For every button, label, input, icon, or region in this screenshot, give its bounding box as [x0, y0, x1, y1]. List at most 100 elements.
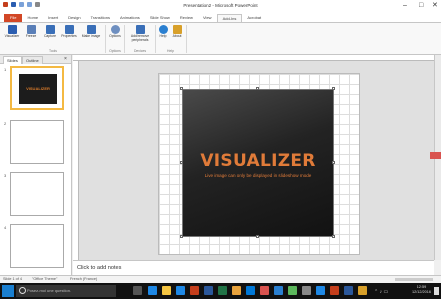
powerpoint-taskbar-icon[interactable] — [190, 286, 199, 295]
tab-transitions[interactable]: Transitions — [86, 14, 115, 22]
capture-icon — [45, 25, 55, 34]
clock[interactable]: 12:59 12/12/2016 — [412, 285, 431, 295]
about-icon — [172, 25, 182, 34]
taskbar: Posez-moi une question. ⌃ ♪ ▭ 12:59 12/1… — [0, 283, 441, 299]
store-icon[interactable] — [176, 286, 185, 295]
tab-view[interactable]: View — [198, 14, 217, 22]
windows-start-icon[interactable] — [2, 285, 14, 297]
system-tray-icons[interactable]: ⌃ ♪ ▭ — [374, 289, 388, 295]
theme-name: "Office Theme" — [32, 277, 58, 281]
notes-placeholder: Click to add notes — [77, 265, 122, 271]
excel-icon[interactable] — [218, 286, 227, 295]
options-button[interactable]: Options — [107, 25, 123, 39]
file-explorer-icon[interactable] — [162, 286, 171, 295]
tab-acrobat[interactable]: Acrobat — [242, 14, 266, 22]
group-label-devices: Devices — [133, 49, 147, 53]
slide-number: 1 — [4, 67, 7, 72]
close-panel-icon[interactable]: × — [64, 56, 67, 62]
app-icon[interactable] — [316, 286, 325, 295]
freeze-icon — [26, 25, 36, 34]
slide-thumbnail-4[interactable] — [10, 224, 64, 268]
group-separator — [186, 25, 187, 53]
resize-handle[interactable] — [332, 235, 335, 238]
slide-thumbnail-1[interactable]: VISUALIZER — [10, 66, 64, 110]
tab-outline[interactable]: Outline — [22, 56, 43, 64]
help-button[interactable]: Help — [157, 25, 169, 39]
resize-handle[interactable] — [180, 235, 183, 238]
group-separator — [155, 25, 156, 53]
resize-handle[interactable] — [256, 87, 259, 90]
zoom-slider[interactable] — [395, 278, 433, 281]
about-button[interactable]: About — [170, 25, 184, 39]
tab-slides[interactable]: Slides — [3, 56, 22, 64]
resize-handle[interactable] — [332, 161, 335, 164]
visualizer-object[interactable]: VISUALIZER Live image can only be displa… — [182, 89, 334, 237]
app-icon[interactable] — [260, 286, 269, 295]
visualizer-button[interactable]: Visualizer — [3, 25, 21, 39]
ribbon: Visualizer Freeze Capture Properties Mak… — [0, 22, 441, 55]
slide-thumbnail-2[interactable] — [10, 120, 64, 164]
tab-home[interactable]: Home — [22, 14, 43, 22]
app-icon[interactable] — [344, 286, 353, 295]
image-icon — [86, 25, 96, 34]
slide-number: 3 — [4, 173, 7, 178]
resize-handle[interactable] — [332, 87, 335, 90]
group-label-tools: Tools — [49, 49, 57, 53]
side-tab-marker — [430, 152, 441, 159]
app-icon[interactable] — [232, 286, 241, 295]
properties-button[interactable]: Properties — [60, 25, 78, 39]
status-bar: Slide 1 of 4 "Office Theme" French (Fran… — [0, 275, 441, 283]
minimize-button[interactable]: – — [403, 1, 407, 10]
notifications-icon[interactable] — [434, 287, 439, 295]
tab-add-ins[interactable]: Add-Ins — [216, 14, 243, 22]
app-icon[interactable] — [246, 286, 255, 295]
freeze-button[interactable]: Freeze — [22, 25, 40, 39]
cortana-icon — [19, 287, 26, 294]
tab-animations[interactable]: Animations — [115, 14, 145, 22]
title-bar: Presentation2 - Microsoft PowerPoint – □… — [0, 0, 441, 12]
tab-insert[interactable]: Insert — [43, 14, 63, 22]
slide-title: VISUALIZER — [200, 151, 316, 171]
group-separator — [124, 25, 125, 53]
thumbnail-caption: VISUALIZER — [26, 86, 50, 91]
app-icon[interactable] — [288, 286, 297, 295]
capture-button[interactable]: Capture — [41, 25, 59, 39]
resize-handle[interactable] — [180, 161, 183, 164]
properties-icon — [64, 25, 74, 34]
panel-tabs: Slides Outline × — [0, 55, 71, 64]
app-icon[interactable] — [358, 286, 367, 295]
close-button[interactable]: ✕ — [432, 1, 438, 10]
task-view-icon[interactable] — [133, 286, 142, 295]
resize-handle[interactable] — [256, 235, 259, 238]
app-icon[interactable] — [274, 286, 283, 295]
maximize-button[interactable]: □ — [419, 1, 423, 10]
thumbnail-image: VISUALIZER — [19, 74, 57, 104]
edge-icon[interactable] — [148, 286, 157, 295]
peripherals-button[interactable]: Add/remove peripherals — [126, 25, 154, 42]
help-icon — [158, 25, 168, 34]
make-image-button[interactable]: Make image — [79, 25, 103, 39]
tab-slide-show[interactable]: Slide Show — [145, 14, 175, 22]
slides-panel: Slides Outline × 1 VISUALIZER 2 3 4 — [0, 55, 72, 275]
app-icon[interactable] — [302, 286, 311, 295]
group-label-help: Help — [167, 49, 174, 53]
options-icon — [110, 25, 120, 34]
peripherals-icon — [135, 25, 145, 34]
notes-pane[interactable]: Click to add notes — [73, 260, 434, 275]
group-separator — [105, 25, 106, 53]
tab-file[interactable]: File — [4, 14, 23, 22]
word-icon[interactable] — [204, 286, 213, 295]
group-label-options: Options — [109, 49, 121, 53]
visualizer-icon — [7, 25, 17, 34]
window-title: Presentation2 - Microsoft PowerPoint — [183, 3, 258, 8]
slide-number: 2 — [4, 121, 7, 126]
slide-count: Slide 1 of 4 — [3, 277, 22, 281]
tab-review[interactable]: Review — [175, 14, 198, 22]
language[interactable]: French (France) — [70, 277, 97, 281]
tab-design[interactable]: Design — [63, 14, 85, 22]
search-placeholder: Posez-moi une question. — [27, 288, 72, 293]
resize-handle[interactable] — [180, 87, 183, 90]
vertical-ruler — [73, 61, 79, 260]
slide-thumbnail-3[interactable] — [10, 172, 64, 216]
app-icon[interactable] — [330, 286, 339, 295]
